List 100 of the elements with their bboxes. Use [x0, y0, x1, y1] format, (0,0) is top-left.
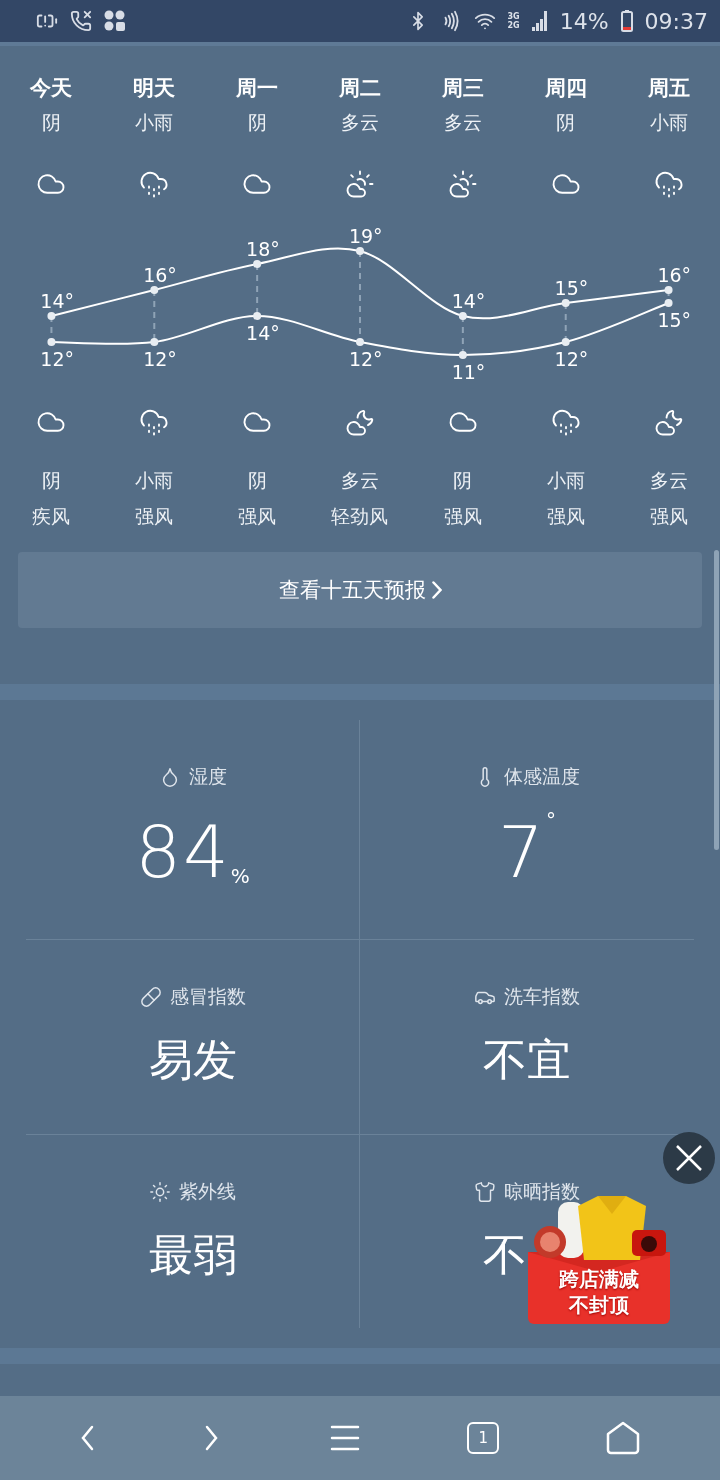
day-name: 周二	[339, 75, 381, 102]
temperature-label: 14	[451, 290, 476, 312]
wind-level: 疾风	[32, 504, 71, 529]
temperature-label: 14	[40, 290, 65, 312]
degree-sign: °	[578, 277, 589, 299]
temperature-label: 16	[657, 264, 682, 286]
index-label: 洗车指数	[504, 984, 580, 1010]
degree-sign: °	[270, 322, 280, 344]
degree-sign: °	[578, 348, 589, 370]
temperature-label: 15	[554, 277, 579, 299]
chevron-right-icon	[431, 581, 442, 599]
ad-text: 跨店满减	[559, 1266, 639, 1292]
index-value: 84	[135, 816, 231, 888]
temperature-label: 14	[246, 322, 271, 344]
network-type-label: 3G	[507, 12, 520, 21]
day-name: 周五	[647, 75, 690, 102]
clock-time: 09:37	[644, 8, 708, 34]
wind-level: 轻劲风	[331, 504, 389, 529]
shirt-icon	[474, 1180, 496, 1203]
night-weather: 阴	[41, 468, 61, 493]
night-weather: 多云	[341, 468, 379, 493]
temperature-label: 19	[348, 225, 374, 247]
day-name: 明天	[133, 75, 176, 102]
rain-cloud-icon	[139, 169, 170, 199]
data-point	[150, 286, 159, 294]
day-weather: 多云	[341, 110, 379, 135]
temperature-label: 12	[348, 348, 374, 370]
day-name: 周四	[544, 75, 587, 102]
degree-sign: °	[64, 348, 74, 370]
ad-text: 不封顶	[569, 1292, 629, 1318]
temperature-label: 16	[143, 264, 168, 286]
battery-icon	[620, 10, 633, 32]
temperature-label: 15	[657, 309, 682, 331]
index-value: 不宜	[483, 1038, 571, 1083]
degree-sign: °	[475, 290, 486, 312]
temperature-label: 11	[451, 361, 476, 383]
rain-cloud-icon	[550, 407, 581, 437]
degree-sign: °	[373, 225, 383, 247]
sun-cloud-icon	[345, 169, 375, 199]
day-weather: 小雨	[135, 110, 174, 135]
day-name: 周三	[441, 75, 484, 102]
temperature-label: 12	[143, 348, 168, 370]
rain-cloud-icon	[653, 169, 684, 199]
temperature-label: 12	[40, 348, 65, 370]
apps-icon	[104, 10, 126, 32]
wind-level: 强风	[238, 504, 277, 529]
index-label: 感冒指数	[169, 984, 246, 1010]
day-weather: 多云	[443, 110, 482, 135]
index-value: 7	[498, 816, 546, 888]
moon-cloud-icon	[345, 407, 375, 437]
back-icon[interactable]	[79, 1425, 94, 1451]
data-point	[47, 312, 56, 320]
tabs-button[interactable]: 1	[467, 1422, 500, 1454]
degree-sign: °	[373, 348, 383, 370]
index-label: 湿度	[188, 764, 227, 789]
battery-percent: 14%	[559, 8, 609, 34]
data-point	[47, 338, 56, 346]
index-label: 晾晒指数	[504, 1178, 580, 1204]
data-point	[561, 338, 570, 346]
fifteen-day-forecast-button[interactable]: 查看十五天预报	[18, 552, 702, 628]
degree-sign: °	[681, 309, 692, 331]
rain-cloud-icon	[139, 407, 170, 437]
day-weather: 阴	[41, 110, 61, 135]
close-icon	[675, 1144, 703, 1172]
day-name: 今天	[30, 75, 73, 102]
degree-sign: °	[167, 264, 177, 286]
temperature-label: 12	[554, 348, 579, 370]
night-weather: 小雨	[135, 468, 174, 493]
data-point	[253, 260, 262, 268]
wind-level: 强风	[546, 504, 585, 529]
forward-icon[interactable]	[204, 1425, 219, 1451]
day-weather: 阴	[556, 110, 576, 135]
data-point	[664, 299, 673, 307]
night-weather: 小雨	[546, 468, 585, 493]
data-point	[150, 338, 159, 346]
index-label: 体感温度	[504, 764, 580, 789]
data-point	[664, 286, 673, 294]
day-weather: 小雨	[649, 110, 688, 135]
missed-call-icon	[70, 10, 92, 32]
data-point	[253, 312, 262, 320]
menu-icon[interactable]	[329, 1425, 360, 1451]
index-value: 不	[483, 1232, 528, 1277]
degree-sign: °	[681, 264, 692, 286]
data-point	[458, 312, 467, 320]
unit-label: %	[230, 864, 250, 888]
night-weather: 阴	[247, 468, 267, 493]
signal-icon	[531, 11, 548, 31]
sun-cloud-icon	[447, 169, 478, 199]
degree-sign: °	[475, 361, 486, 383]
data-point	[458, 351, 467, 359]
data-point	[356, 247, 364, 255]
wind-level: 强风	[135, 504, 174, 529]
index-value: 最弱	[148, 1232, 237, 1277]
day-name: 周一	[236, 75, 279, 102]
night-weather: 多云	[649, 468, 688, 493]
home-icon[interactable]	[606, 1421, 641, 1455]
wind-level: 强风	[649, 504, 688, 529]
wind-level: 强风	[443, 504, 482, 529]
data-point	[356, 338, 364, 346]
index-value: 易发	[148, 1038, 237, 1083]
